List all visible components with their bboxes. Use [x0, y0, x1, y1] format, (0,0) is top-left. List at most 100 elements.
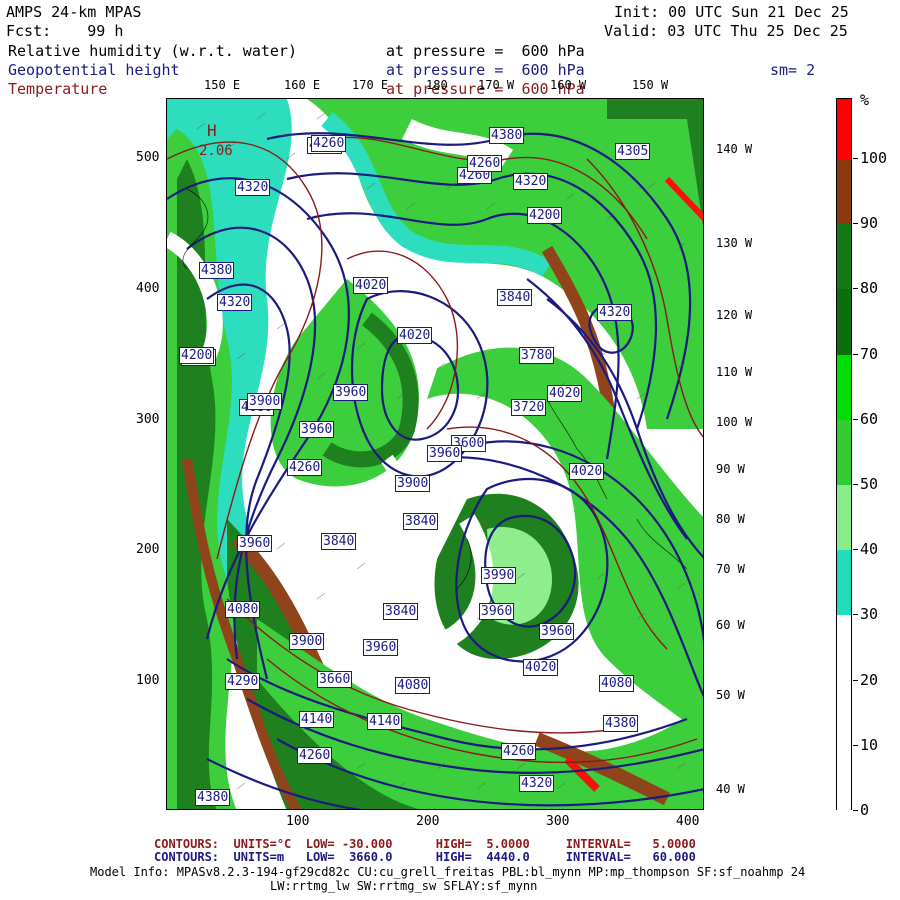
height-label: 3840: [403, 513, 439, 530]
lon-label-right: 120 W: [716, 308, 753, 322]
height-label: 4290: [225, 673, 261, 690]
height-label: 4020: [353, 277, 389, 294]
lon-label-top: 150 E: [204, 78, 241, 92]
colorbar: [836, 98, 852, 811]
colorbar-label: 100: [860, 149, 888, 167]
lon-label-right: 110 W: [716, 365, 753, 379]
colorbar-tick: [853, 484, 858, 485]
lon-label-right: 50 W: [716, 688, 745, 702]
height-label: 4140: [299, 711, 335, 728]
colorbar-tick: [853, 744, 858, 746]
height-label: 4260: [297, 747, 333, 764]
y-tick-label: 100: [136, 673, 160, 688]
y-tick-label: 200: [136, 542, 160, 557]
height-variable-label: Geopotential height: [8, 61, 180, 79]
lon-label-top: 150 W: [632, 78, 669, 92]
colorbar-segment: [837, 745, 851, 811]
colorbar-unit: %: [860, 91, 870, 109]
lon-label-right: 80 W: [716, 512, 745, 526]
height-label: 4320: [519, 775, 555, 792]
colorbar-label: 10: [860, 735, 879, 754]
height-label: 4320: [513, 173, 549, 190]
height-label: 4260: [287, 459, 323, 476]
colorbar-label: 60: [860, 409, 879, 428]
init-time: Init: 00 UTC Sun 21 Dec 25: [614, 3, 849, 21]
y-tick-label: 400: [136, 281, 160, 296]
lon-label-top: 160 E: [284, 78, 321, 92]
colorbar-label: 80: [860, 279, 879, 298]
lon-label-right: 140 W: [716, 142, 753, 156]
colorbar-tick: [853, 418, 858, 420]
lon-label-right: 40 W: [716, 782, 745, 796]
height-label: 4380: [603, 715, 639, 732]
model-title: AMPS 24-km MPAS: [6, 3, 142, 21]
colorbar-tick: [853, 810, 858, 811]
lon-label-right: 100 W: [716, 415, 753, 429]
colorbar-label: 20: [860, 670, 879, 689]
colorbar-tick: [853, 679, 858, 681]
colorbar-segment: [837, 224, 851, 290]
height-label: 3900: [289, 633, 325, 650]
colorbar-segment: [837, 550, 851, 616]
colorbar-tick: [853, 288, 858, 290]
lon-label-right: 130 W: [716, 236, 753, 250]
height-label: 3840: [497, 289, 533, 306]
height-label: 4140: [367, 713, 403, 730]
colorbar-segment: [837, 159, 851, 225]
height-label: 3900: [395, 475, 431, 492]
colorbar-segment: [837, 615, 851, 681]
rh-variable-label: Relative humidity (w.r.t. water): [8, 42, 297, 60]
rh-pressure-label: at pressure = 600 hPa: [386, 42, 585, 60]
height-contour-labels: 4320 4380 4260 4320 4380 4305 4320 4320 …: [167, 99, 703, 809]
height-label: 3780: [519, 347, 555, 364]
colorbar-label: 40: [860, 540, 879, 559]
height-contour-info: CONTOURS: UNITS=m LOW= 3660.0 HIGH= 4440…: [154, 850, 696, 864]
height-label: 3960: [479, 603, 515, 620]
height-label: 3990: [481, 567, 517, 584]
height-label: 4020: [547, 385, 583, 402]
weather-map: 4320 4380 4260 4320 4380 4305 4320 4320 …: [166, 98, 704, 810]
height-label: 4200: [179, 347, 215, 364]
colorbar-segment: [837, 99, 851, 159]
height-label: 4020: [523, 659, 559, 676]
height-label: 4080: [599, 675, 635, 692]
lon-label-top: 170 W: [478, 78, 515, 92]
valid-time: Valid: 03 UTC Thu 25 Dec 25: [604, 22, 848, 40]
height-label: 4260: [501, 743, 537, 760]
height-label: 4320: [217, 294, 253, 311]
height-label: 4200: [527, 207, 563, 224]
height-label: 4380: [489, 127, 525, 144]
height-label: 4020: [569, 463, 605, 480]
height-label: 3960: [427, 445, 463, 462]
lon-label-right: 60 W: [716, 618, 745, 632]
height-label: 4080: [225, 601, 261, 618]
colorbar-label: 50: [860, 475, 879, 493]
lon-label-right: 70 W: [716, 562, 745, 576]
x-tick-label: 400: [676, 814, 700, 829]
colorbar-label: 30: [860, 605, 879, 624]
colorbar-tick: [853, 549, 858, 551]
height-label: 3840: [383, 603, 419, 620]
height-label: 4380: [195, 789, 231, 806]
height-label: 3960: [363, 639, 399, 656]
model-info: Model Info: MPASv8.2.3-194-gf29cd82c CU:…: [90, 865, 806, 879]
height-pressure-label: at pressure = 600 hPa: [386, 61, 585, 79]
colorbar-label: 70: [860, 344, 879, 363]
colorbar-tick: [853, 353, 858, 355]
model-info-line2: LW:rrtmg_lw SW:rrtmg_sw SFLAY:sf_mynn: [270, 879, 538, 893]
height-label: 4080: [395, 677, 431, 694]
height-label: 3660: [317, 671, 353, 688]
colorbar-segment: [837, 680, 851, 746]
height-label: 3960: [237, 535, 273, 552]
colorbar-tick: [853, 158, 858, 159]
colorbar-tick: [853, 614, 858, 616]
x-tick-label: 200: [416, 814, 440, 829]
lon-label-top: 160 W: [550, 78, 587, 92]
high-pressure-value: 2.06: [199, 143, 233, 159]
height-label: 4020: [397, 327, 433, 344]
x-tick-label: 300: [546, 814, 570, 829]
y-tick-label: 500: [136, 150, 160, 165]
lon-label-top: 170 E: [352, 78, 389, 92]
temperature-variable-label: Temperature: [8, 80, 108, 98]
height-label: 4380: [199, 262, 235, 279]
